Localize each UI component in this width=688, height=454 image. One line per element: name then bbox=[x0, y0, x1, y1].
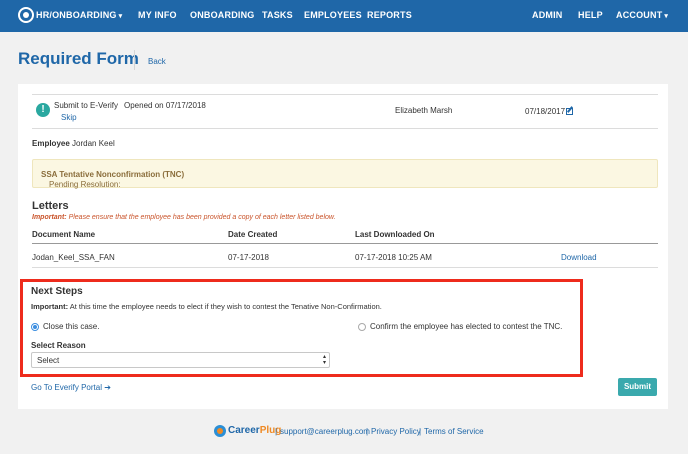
nav-account-dropdown[interactable]: ACCOUNT ▾ bbox=[616, 10, 668, 20]
nav-help[interactable]: HELP bbox=[578, 10, 603, 20]
letters-important-text: Please ensure that the employee has been… bbox=[68, 214, 336, 221]
app-logo-icon[interactable] bbox=[18, 7, 34, 23]
arrow-right-icon: ➔ bbox=[104, 383, 111, 392]
chevron-down-icon: ▾ bbox=[118, 13, 123, 20]
letter-document-name: Jodan_Keel_SSA_FAN bbox=[32, 253, 115, 262]
alert-icon: ! bbox=[36, 103, 50, 117]
select-reason-label: Select Reason bbox=[31, 341, 86, 350]
nav-employees[interactable]: EMPLOYEES bbox=[304, 10, 362, 20]
next-steps-important-label: Important: bbox=[31, 302, 69, 311]
letters-important-label: Important: bbox=[32, 214, 67, 221]
close-case-radio[interactable] bbox=[31, 323, 39, 331]
opened-date: Opened on 07/17/2018 bbox=[124, 101, 206, 110]
contest-tnc-radio[interactable] bbox=[358, 323, 366, 331]
pending-label: Pending Resolution: bbox=[49, 180, 121, 189]
table-row-divider bbox=[32, 267, 658, 268]
nav-my-info[interactable]: MY INFO bbox=[138, 10, 177, 20]
divider bbox=[32, 128, 658, 129]
footer-brand-plug: Plug bbox=[259, 425, 282, 436]
table-header-divider bbox=[32, 243, 658, 244]
skip-link[interactable]: Skip bbox=[61, 113, 77, 122]
footer-separator: | bbox=[275, 427, 278, 436]
back-link[interactable]: Back bbox=[148, 57, 166, 66]
nav-onboarding[interactable]: ONBOARDING bbox=[190, 10, 255, 20]
nav-reports[interactable]: REPORTS bbox=[367, 10, 412, 20]
assignee-name: Elizabeth Marsh bbox=[395, 106, 453, 115]
nav-account-label: ACCOUNT bbox=[616, 10, 663, 20]
chevron-down-icon: ▾ bbox=[664, 13, 669, 20]
footer-terms-link[interactable]: Terms of Service bbox=[424, 427, 484, 436]
footer-privacy-link[interactable]: Privacy Policy bbox=[371, 427, 421, 436]
next-steps-important: Important: At this time the employee nee… bbox=[31, 302, 382, 311]
footer-support-email[interactable]: support@careerplug.com bbox=[280, 427, 370, 436]
column-header-date-created: Date Created bbox=[228, 230, 278, 239]
careerplug-logo-icon bbox=[214, 425, 226, 437]
contest-tnc-label[interactable]: Confirm the employee has elected to cont… bbox=[370, 322, 562, 331]
letter-last-downloaded: 07-17-2018 10:25 AM bbox=[355, 253, 432, 262]
everify-portal-label: Go To Everify Portal bbox=[31, 383, 102, 392]
top-nav: HR/ONBOARDING ▾ MY INFO ONBOARDING TASKS … bbox=[0, 0, 688, 32]
everify-label: Submit to E-Verify bbox=[54, 101, 119, 110]
column-header-last-downloaded: Last Downloaded On bbox=[355, 230, 435, 239]
due-date-value: 07/18/2017 bbox=[525, 107, 566, 116]
divider bbox=[32, 94, 658, 95]
select-arrows-icon: ▴ ▾ bbox=[322, 354, 326, 366]
employee-label: Employee bbox=[32, 139, 70, 148]
page-title: Required Form bbox=[18, 49, 139, 68]
close-case-label[interactable]: Close this case. bbox=[43, 322, 99, 331]
letters-important: Important: Please ensure that the employ… bbox=[32, 214, 336, 221]
nav-admin[interactable]: ADMIN bbox=[532, 10, 563, 20]
pending-resolution-banner: Pending Resolution: SSA Tentative Noncon… bbox=[32, 159, 658, 189]
edit-icon[interactable] bbox=[566, 108, 574, 115]
select-reason-dropdown[interactable]: Select ▴ ▾ bbox=[31, 352, 330, 368]
footer-separator: | bbox=[419, 427, 422, 436]
nav-brand-label: HR/ONBOARDING bbox=[36, 10, 117, 20]
download-link[interactable]: Download bbox=[561, 253, 597, 262]
pending-value: SSA Tentative Nonconfirmation (TNC) bbox=[41, 170, 185, 179]
submit-button[interactable]: Submit bbox=[618, 378, 657, 396]
everify-portal-link[interactable]: Go To Everify Portal ➔ bbox=[31, 383, 111, 392]
nav-tasks[interactable]: TASKS bbox=[262, 10, 293, 20]
employee-name: Jordan Keel bbox=[72, 139, 115, 148]
footer-brand: CareerPlug bbox=[228, 425, 281, 436]
due-date: 07/18/2017 bbox=[525, 107, 574, 116]
next-steps-title: Next Steps bbox=[31, 286, 83, 297]
employee-info: Employee Jordan Keel bbox=[32, 139, 115, 148]
footer-brand-career: Career bbox=[228, 425, 260, 436]
next-steps-important-text: At this time the employee needs to elect… bbox=[69, 302, 382, 311]
column-header-document-name: Document Name bbox=[32, 230, 96, 239]
nav-hr-onboarding-dropdown[interactable]: HR/ONBOARDING ▾ bbox=[36, 10, 122, 20]
footer-separator: | bbox=[366, 427, 369, 436]
letter-date-created: 07-17-2018 bbox=[228, 253, 269, 262]
letters-title: Letters bbox=[32, 200, 69, 212]
header-divider bbox=[134, 50, 135, 70]
select-reason-value: Select bbox=[37, 356, 60, 365]
